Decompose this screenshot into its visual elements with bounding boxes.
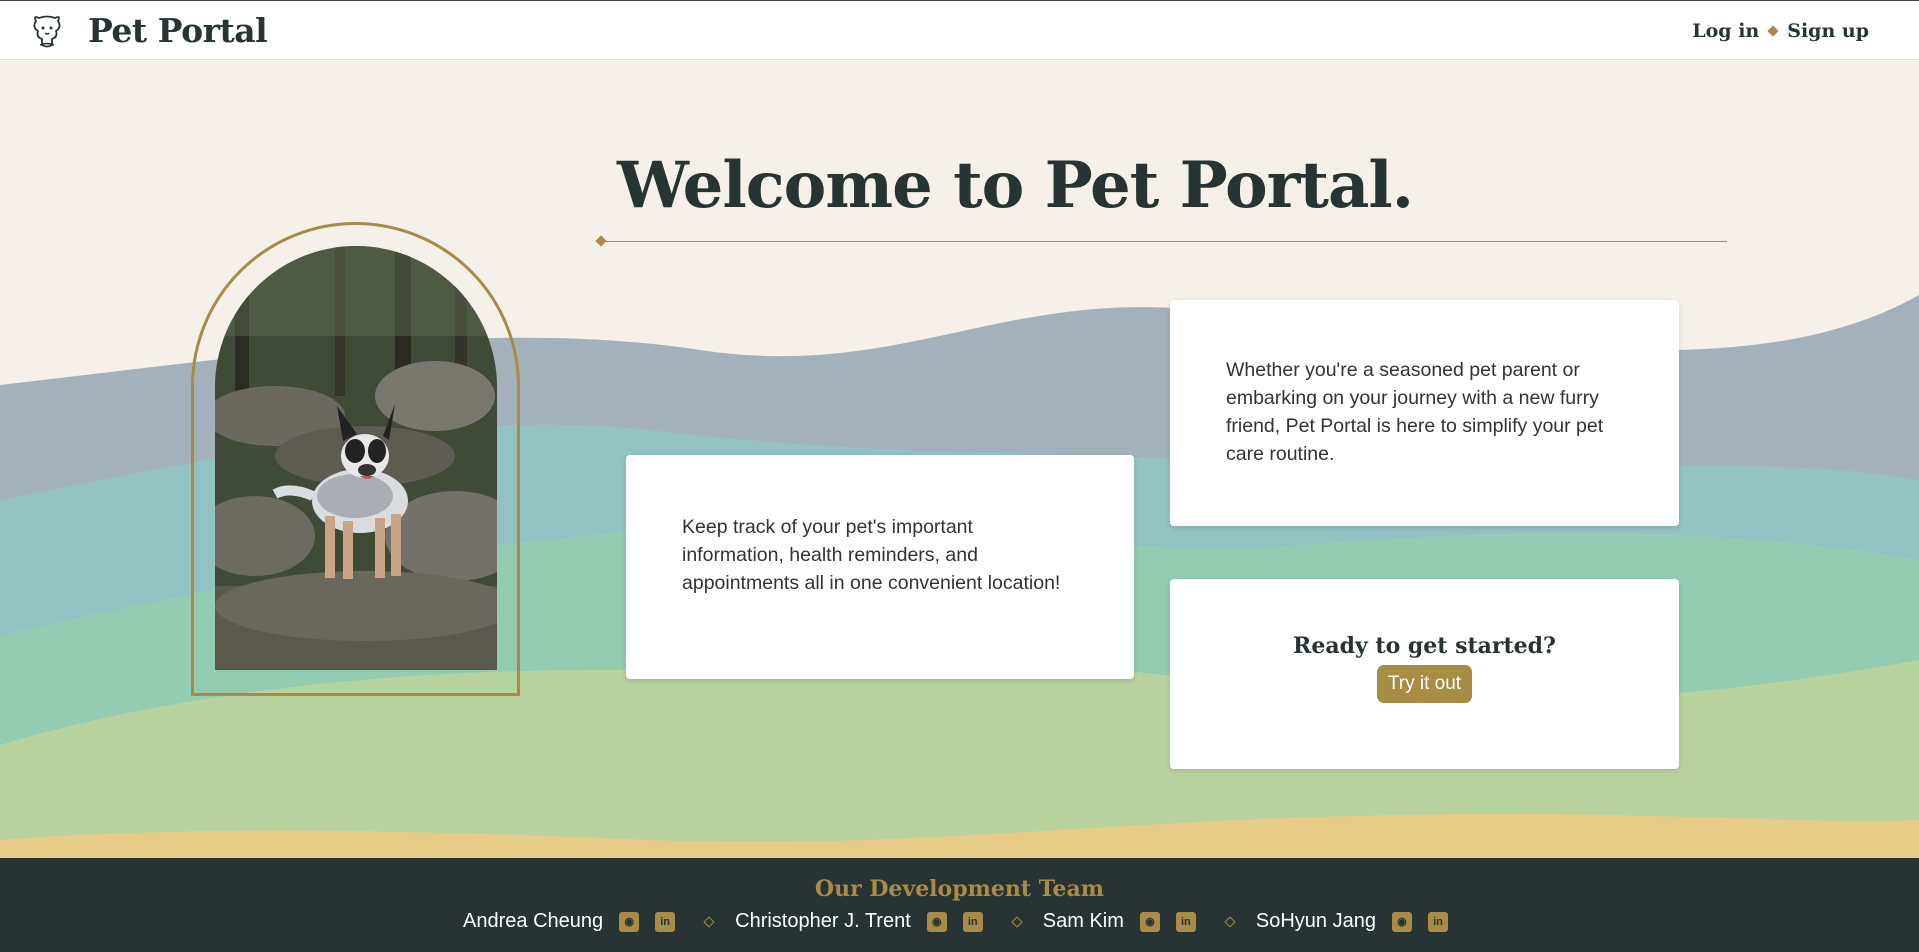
team-member: Christopher J. Trent ◉ in — [735, 910, 991, 933]
dog-cat-logo-icon[interactable] — [28, 13, 66, 51]
footer-title: Our Development Team — [814, 876, 1105, 902]
login-link[interactable]: Log in — [1692, 20, 1759, 42]
dog-photo — [215, 246, 497, 670]
auth-links: Log in Sign up — [1692, 20, 1869, 42]
linkedin-icon[interactable]: in — [655, 911, 676, 932]
separator-diamond — [1011, 915, 1023, 928]
page-title: Welcome to Pet Portal. — [617, 148, 1414, 223]
signup-link[interactable]: Sign up — [1787, 20, 1869, 42]
feature-card-tracking: Keep track of your pet's important infor… — [626, 455, 1134, 679]
github-icon[interactable]: ◉ — [1391, 911, 1412, 932]
separator-diamond — [1767, 25, 1779, 37]
github-icon[interactable]: ◉ — [619, 911, 640, 932]
try-it-out-button[interactable]: Try it out — [1376, 665, 1473, 703]
team-member-name: SoHyun Jang — [1255, 910, 1376, 932]
feature-card-intro: Whether you're a seasoned pet parent or … — [1170, 300, 1679, 526]
separator-diamond — [1224, 915, 1236, 928]
team-member: SoHyun Jang ◉ in — [1256, 910, 1456, 933]
team-member: Andrea Cheung ◉ in — [463, 910, 683, 933]
brand-name[interactable]: Pet Portal — [88, 11, 268, 50]
team-member-name: Andrea Cheung — [463, 910, 604, 932]
github-icon[interactable]: ◉ — [1139, 911, 1160, 932]
dog-photo-illustration — [215, 246, 497, 670]
top-navbar: Pet Portal Log in Sign up — [0, 0, 1919, 60]
separator-diamond — [703, 915, 715, 928]
team-member-name: Christopher J. Trent — [735, 910, 911, 932]
title-divider — [604, 241, 1727, 242]
cta-heading: Ready to get started? — [1293, 633, 1556, 659]
linkedin-icon[interactable]: in — [1175, 911, 1196, 932]
feature-card-intro-text: Whether you're a seasoned pet parent or … — [1226, 359, 1604, 465]
team-list: Andrea Cheung ◉ in Christopher J. Trent … — [0, 910, 1919, 933]
linkedin-icon[interactable]: in — [1427, 911, 1448, 932]
team-member: Sam Kim ◉ in — [1043, 910, 1204, 933]
linkedin-icon[interactable]: in — [962, 911, 983, 932]
footer: Our Development Team Andrea Cheung ◉ in … — [0, 858, 1919, 952]
feature-card-tracking-text: Keep track of your pet's important infor… — [682, 516, 1061, 594]
team-member-name: Sam Kim — [1042, 910, 1124, 932]
github-icon[interactable]: ◉ — [926, 911, 947, 932]
cta-card: Ready to get started? Try it out — [1170, 579, 1679, 769]
